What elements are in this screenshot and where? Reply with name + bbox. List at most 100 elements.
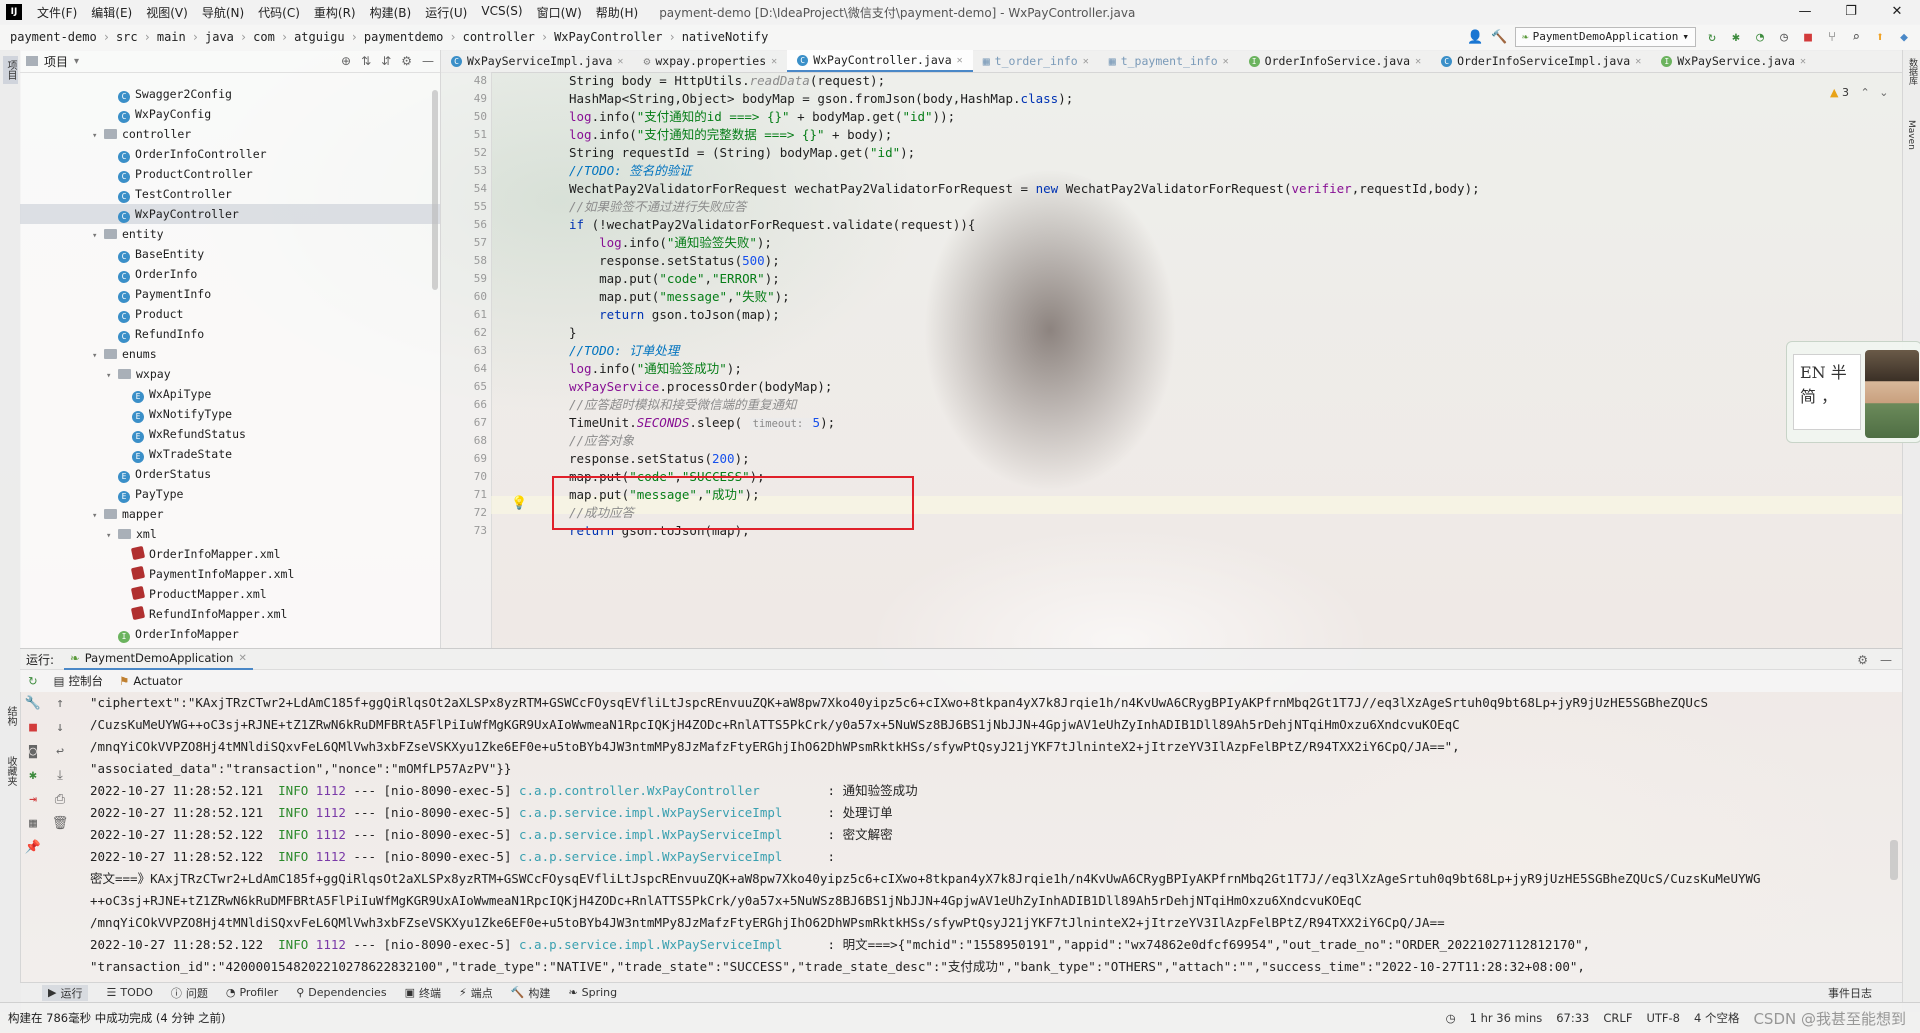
code-line[interactable]: //TODO: 签名的验证 (569, 162, 692, 180)
code-line[interactable]: } (569, 324, 577, 342)
wrench-icon[interactable]: 🔧 (20, 692, 46, 716)
stop-icon[interactable]: ■ (1800, 30, 1816, 45)
tree-item[interactable]: C Product (20, 304, 440, 324)
rerun-icon[interactable]: ↻ (28, 674, 38, 688)
bottom-tool-button[interactable]: ▣ 终端 (405, 985, 441, 1001)
caret-position[interactable]: 67:33 (1556, 1011, 1589, 1025)
console-scrollbar[interactable] (1890, 840, 1898, 880)
console-output[interactable]: "ciphertext":"KAxjTRzCTwr2+LdAmC185f+ggQ… (74, 692, 1902, 982)
editor-tab[interactable]: ▦ t_payment_info ✕ (1099, 50, 1239, 72)
maximize-icon[interactable]: ❐ (1828, 0, 1874, 24)
file-encoding[interactable]: UTF-8 (1646, 1011, 1680, 1025)
debug-bug-icon[interactable]: ✱ (20, 764, 46, 788)
bottom-tool-button[interactable]: ⓘ 问题 (171, 985, 208, 1001)
breadcrumb-item[interactable]: controller (459, 30, 539, 44)
project-scrollbar[interactable] (432, 90, 438, 290)
user-icon[interactable]: 👤 (1467, 30, 1483, 45)
breadcrumb-item[interactable]: paymentdemo (360, 30, 447, 44)
close-icon[interactable]: ✕ (1635, 56, 1641, 67)
menu-item[interactable]: 运行(U) (418, 4, 474, 21)
project-panel-title[interactable]: 项目 (44, 53, 68, 70)
update-icon[interactable]: ⬆ (1872, 30, 1888, 45)
bottom-tool-button[interactable]: 🔨 构建 (511, 985, 551, 1001)
close-icon[interactable]: ✕ (1223, 56, 1229, 67)
code-line[interactable]: log.info("支付通知的完整数据 ===> {}" + body); (569, 126, 892, 144)
build-hammer-icon[interactable]: 🔨 (1491, 30, 1507, 45)
ide-logo-icon[interactable]: ◆ (1896, 30, 1912, 45)
editor-tab[interactable]: I OrderInfoService.java ✕ (1239, 50, 1431, 72)
tree-item[interactable]: ▾ mapper (20, 504, 440, 524)
gear-icon[interactable]: ⚙ (1857, 653, 1868, 667)
collapse-all-icon[interactable]: ⇵ (381, 54, 391, 68)
bottom-tool-button[interactable]: ⚲ Dependencies (296, 986, 386, 999)
breadcrumb-item[interactable]: src (112, 30, 142, 44)
exit-icon[interactable]: ⇥ (20, 788, 46, 812)
chevron-down-icon[interactable]: ▾ (92, 126, 104, 146)
code-line[interactable]: TimeUnit.SECONDS.sleep( timeout: 5); (569, 414, 835, 432)
tree-item[interactable]: I OrderInfoMapper (20, 624, 440, 644)
menu-item[interactable]: 构建(B) (363, 4, 419, 21)
pin-icon[interactable]: 📌 (20, 836, 46, 860)
code-line[interactable]: String requestId = (String) bodyMap.get(… (569, 144, 915, 162)
chevron-down-icon[interactable]: ▾ (106, 366, 118, 386)
hide-panel-icon[interactable]: — (1880, 653, 1892, 667)
event-log-button[interactable]: 事件日志 (1828, 985, 1872, 1001)
code-line[interactable]: return gson.toJson(map); (569, 306, 780, 324)
tree-item[interactable]: E WxApiType (20, 384, 440, 404)
database-tool-button[interactable]: 数据库 (1906, 58, 1919, 85)
stop-icon[interactable]: ■ (20, 716, 46, 740)
debug-bug-icon[interactable]: ✱ (1728, 30, 1744, 45)
tree-item[interactable]: C BaseEntity (20, 244, 440, 264)
editor-tab[interactable]: I WxPayService.java ✕ (1651, 50, 1816, 72)
run-configuration-select[interactable]: ❧ PaymentDemoApplication ▾ (1515, 27, 1696, 47)
tree-item[interactable]: E PayType (20, 484, 440, 504)
run-app-tab[interactable]: ❧ PaymentDemoApplication ✕ (64, 648, 253, 670)
breadcrumb-item[interactable]: atguigu (290, 30, 349, 44)
menu-item[interactable]: 编辑(E) (84, 4, 139, 21)
indent-setting[interactable]: 4 个空格 (1694, 1010, 1739, 1026)
print-icon[interactable]: ⎙ (46, 788, 74, 812)
chevron-down-icon[interactable]: ▾ (92, 506, 104, 526)
expand-all-icon[interactable]: ⇅ (361, 54, 371, 68)
code-line[interactable]: //如果验签不通过进行失败应答 (569, 198, 747, 216)
bottom-tool-button[interactable]: ◔ Profiler (226, 986, 278, 999)
editor-tab[interactable]: C OrderInfoServiceImpl.java ✕ (1431, 50, 1651, 72)
tree-item[interactable]: ▾ entity (20, 224, 440, 244)
coverage-icon[interactable]: ◔ (1752, 30, 1768, 45)
status-message[interactable]: 构建在 786毫秒 中成功完成 (4 分钟 之前) (8, 1010, 226, 1026)
tree-item[interactable]: PaymentInfoMapper.xml (20, 564, 440, 584)
console-tab[interactable]: ▤ 控制台 (54, 673, 103, 689)
chevron-down-icon[interactable]: ▾ (74, 56, 79, 67)
inspection-widget[interactable]: ▲ 3 ⌃ ⌄ (1830, 86, 1888, 99)
breadcrumb-item[interactable]: com (249, 30, 279, 44)
soft-wrap-icon[interactable]: ↩ (46, 740, 74, 764)
menu-item[interactable]: 导航(N) (195, 4, 251, 21)
tree-item[interactable]: C Swagger2Config (20, 84, 440, 104)
arrow-up-icon[interactable]: ↑ (46, 692, 74, 716)
code-line[interactable]: HashMap<String,Object> bodyMap = gson.fr… (569, 90, 1073, 108)
tree-item[interactable]: ProductMapper.xml (20, 584, 440, 604)
breadcrumb-item[interactable]: nativeNotify (678, 30, 773, 44)
tree-item[interactable]: C RefundInfo (20, 324, 440, 344)
tree-item[interactable]: E WxNotifyType (20, 404, 440, 424)
locate-target-icon[interactable]: ⊕ (341, 54, 351, 68)
arrow-down-icon[interactable]: ↓ (46, 716, 74, 740)
close-icon[interactable]: ✕ (1415, 56, 1421, 67)
tree-item[interactable]: ▾ enums (20, 344, 440, 364)
menu-item[interactable]: 重构(R) (307, 4, 363, 21)
close-icon[interactable]: ✕ (957, 55, 963, 66)
close-icon[interactable]: ✕ (1083, 56, 1089, 67)
editor-tab[interactable]: C WxPayServiceImpl.java ✕ (441, 50, 633, 72)
tree-item[interactable]: C TestController (20, 184, 440, 204)
bottom-tool-button[interactable]: ☰ TODO (106, 986, 152, 999)
code-line[interactable]: wxPayService.processOrder(bodyMap); (569, 378, 832, 396)
code-editor[interactable]: String body = HttpUtils.readData(request… (491, 72, 1902, 648)
tree-item[interactable]: ▾ controller (20, 124, 440, 144)
close-icon[interactable]: ✕ (617, 56, 623, 67)
menu-item[interactable]: VCS(S) (474, 4, 529, 21)
tree-item[interactable]: RefundInfoMapper.xml (20, 604, 440, 624)
code-line[interactable]: map.put("message","失败"); (569, 288, 790, 306)
code-line[interactable]: String body = HttpUtils.readData(request… (569, 72, 885, 90)
close-icon[interactable]: ✕ (771, 56, 777, 67)
tree-item[interactable]: C OrderInfo (20, 264, 440, 284)
